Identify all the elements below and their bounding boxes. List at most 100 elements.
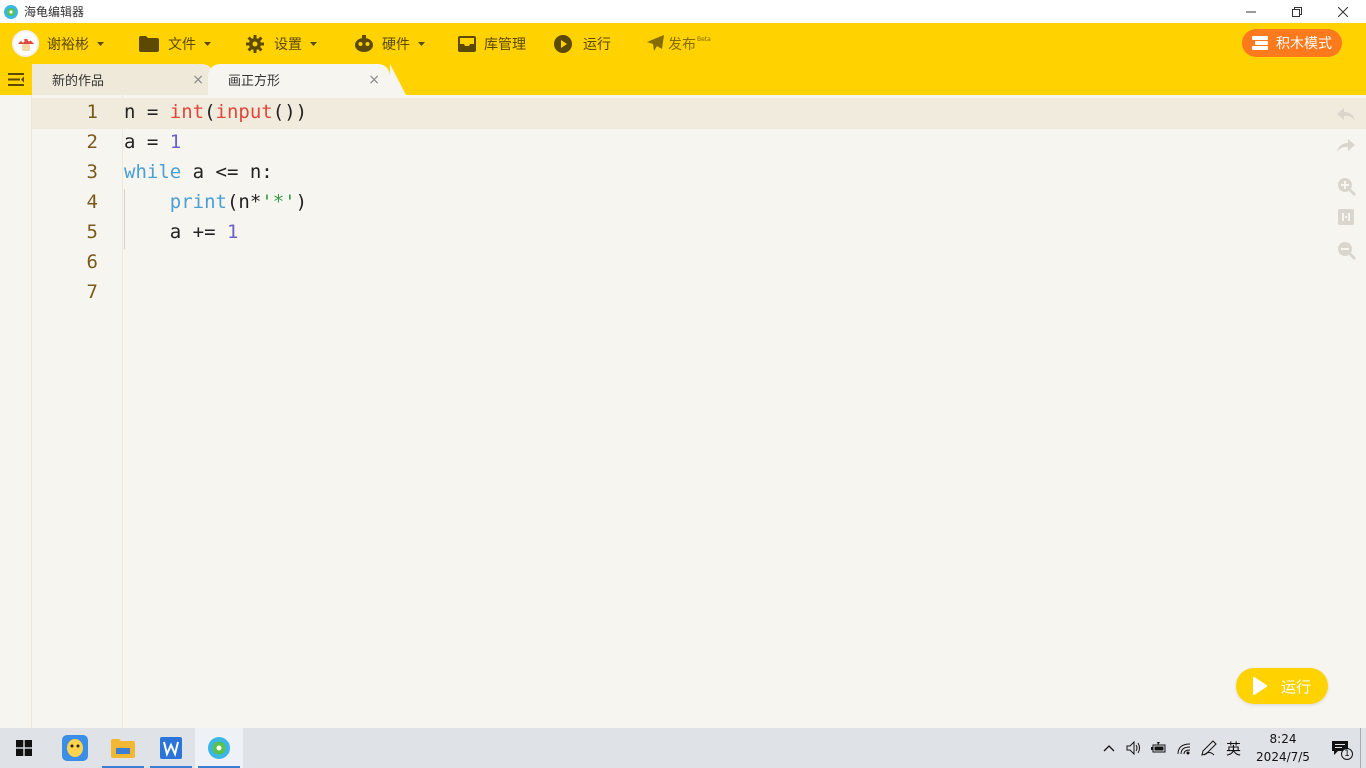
line-number: 4 [86,191,98,213]
redo-icon[interactable] [1336,136,1356,156]
pen-icon [1200,740,1217,756]
code-editor[interactable] [124,95,1334,728]
windows-logo-icon [16,740,32,756]
taskbar-app-wps[interactable] [147,728,195,768]
code-token: (n* [226,191,262,213]
line-number: 1 [86,101,98,123]
input-method-indicator[interactable]: 英 [1221,728,1246,768]
tab-close-icon[interactable]: × [192,72,204,88]
play-circle-icon [554,34,572,53]
restore-icon [1292,6,1302,17]
wifi-icon [1177,743,1190,755]
chevron-down-icon [97,41,104,46]
code-token: print [169,191,227,213]
battery-button[interactable] [1146,728,1171,768]
library-manager-label: 库管理 [484,36,526,53]
line-number: 7 [86,281,98,303]
user-menu[interactable]: 谢裕彬 [0,23,104,64]
blocks-mode-button[interactable]: 积木模式 [1242,29,1342,57]
close-window-button[interactable] [1320,0,1366,23]
code-token: a = [124,131,170,153]
show-desktop-button[interactable] [1360,728,1366,768]
publish-menu-button[interactable]: 发布 Beta [647,23,711,64]
line-number: 3 [86,161,98,183]
chevron-down-icon [204,41,211,46]
minimize-icon [1246,11,1256,12]
code-line[interactable]: a += 1 [124,221,239,243]
code-line[interactable]: print(n*'*') [124,191,307,213]
title-bar: 海龟编辑器 [0,0,1366,23]
user-name: 谢裕彬 [47,36,89,53]
reset-zoom-icon[interactable] [1336,207,1356,227]
code-token: 1 [169,131,182,153]
tray-expand-button[interactable] [1096,728,1121,768]
folder-icon [139,35,159,52]
code-line[interactable]: n = int(input()) [124,101,307,123]
code-line[interactable]: while a <= n: [124,161,273,183]
chevron-down-icon [418,41,425,46]
code-line[interactable]: a = 1 [124,131,181,153]
tab-close-icon[interactable]: × [368,72,380,88]
inbox-icon [458,35,476,52]
code-token: 1 [226,221,239,243]
system-tray: 英 8:24 2024/7/5 1 [1096,728,1366,768]
settings-menu[interactable]: 设置 [246,23,317,64]
close-icon [1338,6,1348,17]
code-token: ) [295,191,308,213]
paper-plane-icon [647,35,664,51]
speaker-icon [1126,741,1140,755]
run-button[interactable]: 运行 [1236,668,1328,704]
taskbar-app-explorer[interactable] [99,728,147,768]
code-token: n = [124,101,170,123]
notification-center-button[interactable]: 1 [1320,728,1360,768]
tab-bar: 新的作品 × 画正方形 × [0,64,1366,95]
beta-badge: Beta [697,36,711,43]
hardware-menu[interactable]: 硬件 [354,23,425,64]
volume-button[interactable] [1121,728,1146,768]
minimize-button[interactable] [1228,0,1274,23]
code-token: int [169,101,205,123]
folder-app-icon [111,739,135,758]
app-logo-icon [4,4,18,19]
qq-app-icon [62,735,88,761]
pen-button[interactable] [1196,728,1221,768]
window-title: 海龟编辑器 [24,5,85,19]
tab-new-work[interactable]: 新的作品 × [32,64,214,95]
run-menu-button[interactable]: 运行 [554,23,611,64]
blocks-mode-label: 积木模式 [1276,36,1332,52]
zoom-in-icon[interactable] [1336,176,1356,196]
clock-time: 8:24 [1269,732,1297,746]
chevron-down-icon [310,41,317,46]
editor-tools [1326,95,1366,295]
taskbar-app-qq[interactable] [51,728,99,768]
play-icon [1252,677,1267,695]
code-token: ( [204,101,216,123]
publish-menu-label: 发布 [668,36,696,53]
line-number: 2 [86,131,98,153]
sidebar-toggle-button[interactable] [0,64,32,95]
code-token: '*' [261,191,296,213]
code-token: input [215,101,273,123]
file-menu-label: 文件 [168,36,196,53]
code-token: a += [124,221,227,243]
undo-icon[interactable] [1336,105,1356,125]
chevron-up-icon [1103,744,1114,751]
code-token: while [124,161,182,183]
restore-button[interactable] [1274,0,1320,23]
turtle-editor-app-icon [208,737,230,759]
settings-menu-label: 设置 [274,36,302,53]
word-app-icon [160,737,182,759]
start-button[interactable] [0,728,48,768]
battery-icon [1150,742,1165,753]
taskbar-app-turtle-editor[interactable] [195,728,243,768]
zoom-out-icon[interactable] [1336,240,1356,260]
gear-icon [246,34,264,53]
run-button-label: 运行 [1280,677,1311,696]
library-manager-button[interactable]: 库管理 [458,23,526,64]
clock[interactable]: 8:24 2024/7/5 [1246,730,1320,766]
file-menu[interactable]: 文件 [139,23,211,64]
tab-draw-square[interactable]: 画正方形 × [208,64,406,95]
network-button[interactable] [1171,728,1196,768]
avatar [12,30,39,57]
